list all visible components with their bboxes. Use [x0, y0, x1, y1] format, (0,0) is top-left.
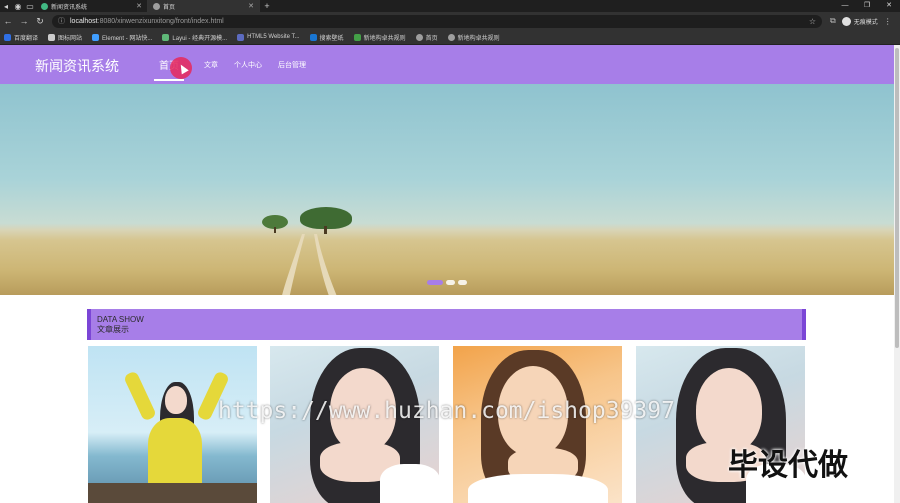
bookmark-item[interactable]: HTML5 Website T... — [237, 33, 300, 41]
bookmark-icon — [309, 33, 317, 41]
globe-icon — [415, 33, 423, 41]
bookmark-item[interactable]: 首页 — [415, 33, 438, 42]
globe-favicon-icon — [153, 2, 160, 10]
minimize-icon[interactable]: — — [834, 0, 856, 12]
article-image-body — [468, 474, 608, 503]
globe-icon — [447, 33, 455, 41]
bookmark-item[interactable]: 新地构卓共规则 — [353, 33, 406, 42]
watermark-url: https://www.huzhan.com/ishop39397 — [218, 398, 675, 424]
nav-admin[interactable]: 后台管理 — [270, 45, 314, 84]
forward-arrow-icon[interactable]: → — [16, 16, 32, 26]
site-info-icon[interactable]: ⓘ — [58, 16, 65, 26]
site-brand[interactable]: 新闻资讯系统 — [35, 56, 119, 76]
maximize-icon[interactable]: ❐ — [856, 0, 878, 12]
article-image-body — [148, 418, 202, 483]
incognito-icon — [841, 16, 851, 26]
scrollbar-thumb[interactable] — [895, 48, 899, 348]
bookmark-icon — [353, 33, 361, 41]
window-icon[interactable]: ▭ — [24, 0, 36, 12]
bookmark-icon — [237, 33, 245, 41]
close-tab-icon[interactable]: ✕ — [248, 2, 254, 10]
window-controls: — ❐ ✕ — [834, 0, 900, 12]
article-card-2[interactable] — [270, 346, 439, 503]
section-title: DATA SHOW 文章展示 — [87, 309, 806, 340]
bookmark-item[interactable]: 图标网站 — [48, 33, 82, 42]
vue-favicon-icon — [41, 2, 48, 10]
bookmark-star-icon[interactable]: ☆ — [809, 17, 816, 26]
tab-title: 新闻资讯系统 — [51, 4, 88, 11]
nav-user-center[interactable]: 个人中心 — [226, 45, 270, 84]
incognito-label: 无痕模式 — [853, 19, 878, 26]
carousel-dot-1[interactable] — [427, 280, 443, 285]
back-arrow-icon[interactable]: ← — [0, 16, 16, 26]
address-url: localhost:8080/xinwenzixunxitong/front/i… — [70, 17, 224, 25]
carousel-indicators — [427, 280, 467, 285]
section-title-en: DATA SHOW — [97, 315, 144, 324]
incognito-indicator[interactable]: 无痕模式 — [841, 16, 878, 26]
browser-favicon-icon[interactable]: ◉ — [12, 0, 24, 12]
bookmark-item[interactable]: Layui - 经典开源模... — [162, 33, 227, 42]
tab-search-icon[interactable]: ◂ — [0, 0, 12, 12]
article-card-1[interactable] — [88, 346, 257, 503]
new-tab-button[interactable]: + — [260, 1, 274, 11]
watermark-badge: 毕设代做 — [728, 449, 848, 482]
bookmark-icon — [162, 33, 170, 41]
banner-carousel[interactable] — [0, 84, 894, 295]
extensions-icon[interactable]: ⧉ — [830, 16, 836, 26]
bookmark-item[interactable]: Element - 网站快... — [92, 33, 152, 42]
section-title-cn: 文章展示 — [97, 325, 129, 334]
nav-articles[interactable]: 文章 — [196, 45, 226, 84]
site-header: 新闻资讯系统 首页 文章 个人中心 后台管理 — [0, 45, 894, 84]
article-card-3[interactable] — [453, 346, 622, 503]
browser-menu-icon[interactable]: ⋮ — [884, 17, 892, 26]
close-tab-icon[interactable]: ✕ — [136, 2, 142, 10]
bookmark-item[interactable]: 新地构卓共规则 — [447, 33, 500, 42]
browser-tab-strip: ◂ ◉ ▭ 新闻资讯系统 ✕ 首页 ✕ + — ❐ ✕ — [0, 0, 900, 12]
article-image-arm — [123, 370, 157, 422]
close-window-icon[interactable]: ✕ — [878, 0, 900, 12]
article-grid — [88, 346, 806, 503]
article-image-body — [380, 464, 439, 503]
carousel-dot-3[interactable] — [458, 280, 467, 285]
address-bar[interactable]: ⓘ localhost:8080/xinwenzixunxitong/front… — [52, 14, 822, 28]
browser-tab-1[interactable]: 新闻资讯系统 ✕ — [36, 0, 148, 12]
bookmark-icon — [4, 33, 11, 41]
bookmark-item[interactable]: 搜索壁纸 — [309, 33, 344, 42]
tree-trunk-graphic — [274, 227, 276, 233]
bookmark-icon — [48, 33, 56, 41]
tree-trunk-graphic — [324, 226, 327, 234]
reload-icon[interactable]: ↻ — [32, 16, 48, 27]
tab-title: 首页 — [163, 4, 176, 11]
bookmarks-bar: 百度翻译 图标网站 Element - 网站快... Layui - 经典开源模… — [0, 30, 900, 45]
browser-tab-2[interactable]: 首页 ✕ — [148, 0, 260, 12]
browser-toolbar: ← → ↻ ⓘ localhost:8080/xinwenzixunxitong… — [0, 12, 900, 30]
article-image-face — [165, 386, 187, 414]
bookmark-icon — [92, 33, 100, 41]
bookmark-item[interactable]: 百度翻译 — [4, 33, 38, 42]
article-image-bench — [88, 483, 257, 503]
carousel-dot-2[interactable] — [446, 280, 455, 285]
road-graphic — [282, 234, 337, 295]
